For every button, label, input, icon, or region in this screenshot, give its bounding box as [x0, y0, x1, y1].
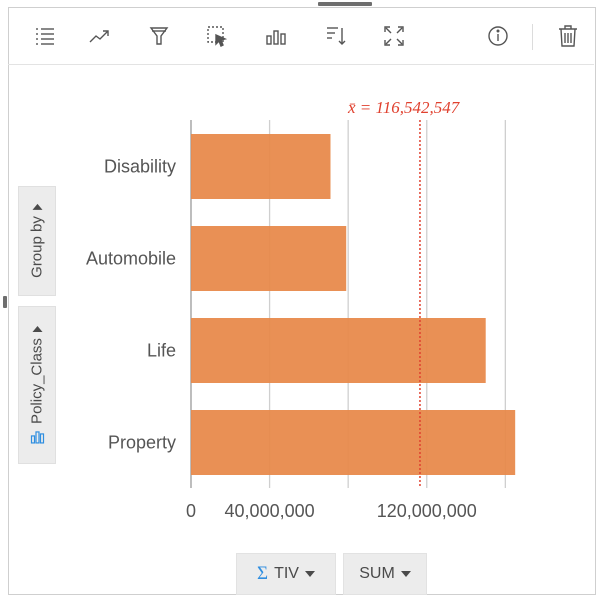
sigma-icon: Σ	[257, 563, 269, 584]
bars	[191, 134, 516, 475]
bar-property	[191, 410, 516, 475]
statistic-button[interactable]: SUM	[343, 553, 427, 595]
x-tick-label: 40,000,000	[225, 501, 315, 521]
statistic-label: SUM	[359, 565, 395, 582]
chevron-down-icon	[304, 571, 315, 577]
bar-life	[191, 318, 486, 383]
mean-label: x̄ = 116,542,547	[347, 98, 461, 117]
bar-automobile	[191, 226, 347, 291]
category-label: Disability	[104, 157, 176, 177]
value-field-button[interactable]: Σ TIV	[236, 553, 336, 595]
bar-chart: x̄ = 116,542,547 Disability Automobile Lif…	[86, 98, 516, 521]
value-field-label: TIV	[274, 565, 299, 582]
bar-disability	[191, 134, 331, 199]
category-label: Property	[108, 433, 176, 453]
category-label: Life	[147, 341, 176, 361]
chevron-down-icon	[400, 571, 411, 577]
category-label: Automobile	[86, 249, 176, 269]
x-tick-label: 120,000,000	[377, 501, 477, 521]
x-tick-label: 0	[186, 501, 196, 521]
